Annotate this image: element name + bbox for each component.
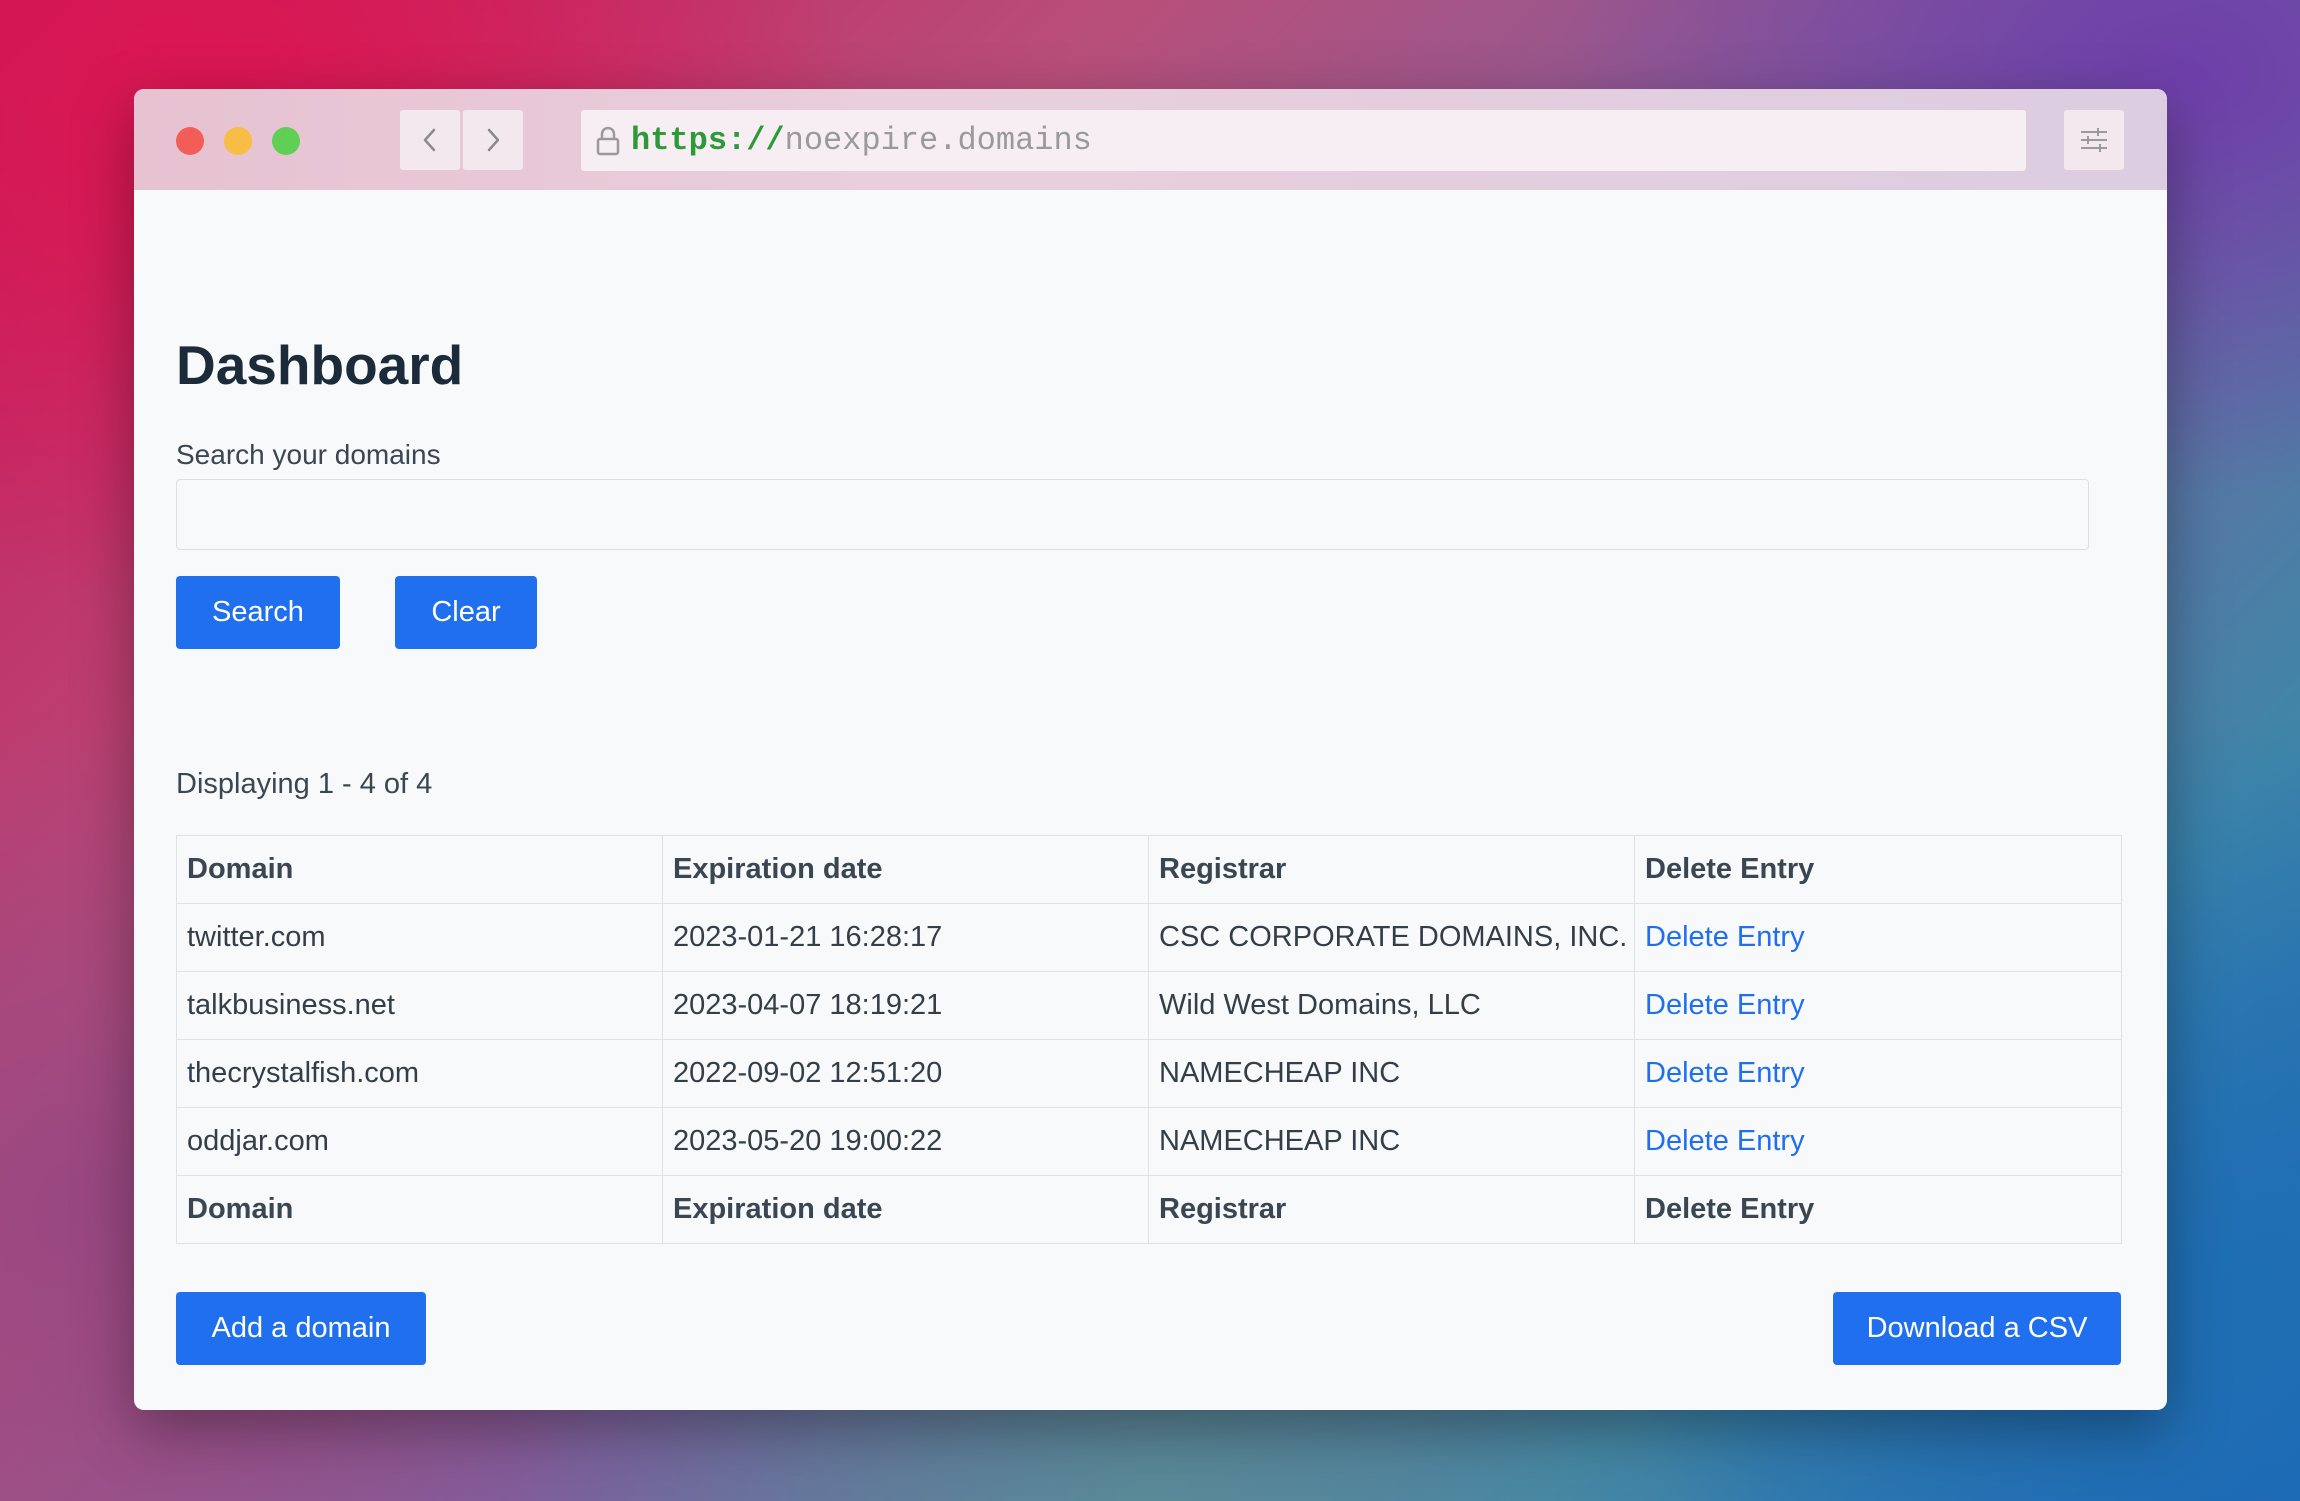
domain-cell: twitter.com [176,903,663,972]
table-header-row: Domain Expiration date Registrar Delete … [176,835,2122,904]
delete-cell: Delete Entry [1634,1039,2122,1108]
add-domain-button[interactable]: Add a domain [176,1292,426,1365]
address-bar[interactable]: https://noexpire.domains [581,110,2026,171]
url-scheme: https:// [631,122,785,159]
clear-button[interactable]: Clear [395,576,537,649]
delete-entry-link[interactable]: Delete Entry [1645,921,1805,953]
delete-entry-link[interactable]: Delete Entry [1645,1125,1805,1157]
table-row: talkbusiness.net 2023-04-07 18:19:21 Wil… [176,971,2122,1040]
close-window-button[interactable] [176,127,204,155]
browser-menu-button[interactable] [2064,110,2124,170]
domain-cell: oddjar.com [176,1107,663,1176]
domain-cell: thecrystalfish.com [176,1039,663,1108]
chevron-left-icon [423,128,436,152]
domain-cell: talkbusiness.net [176,971,663,1040]
delete-cell: Delete Entry [1634,971,2122,1040]
table-footer-row: Domain Expiration date Registrar Delete … [176,1175,2122,1244]
search-input[interactable] [176,479,2089,550]
expiration-cell: 2023-01-21 16:28:17 [662,903,1149,972]
lock-icon [595,125,621,157]
column-footer-domain: Domain [176,1175,663,1244]
registrar-cell: CSC CORPORATE DOMAINS, INC. [1148,903,1635,972]
expiration-cell: 2023-05-20 19:00:22 [662,1107,1149,1176]
delete-entry-link[interactable]: Delete Entry [1645,989,1805,1021]
minimize-window-button[interactable] [224,127,252,155]
chevron-right-icon [487,128,500,152]
column-header-registrar: Registrar [1148,835,1635,904]
delete-cell: Delete Entry [1634,1107,2122,1176]
column-footer-expiration: Expiration date [662,1175,1149,1244]
table-row: thecrystalfish.com 2022-09-02 12:51:20 N… [176,1039,2122,1108]
domains-table: Domain Expiration date Registrar Delete … [176,835,2122,1244]
expiration-cell: 2022-09-02 12:51:20 [662,1039,1149,1108]
download-csv-button[interactable]: Download a CSV [1833,1292,2121,1365]
search-label: Search your domains [176,439,441,470]
registrar-cell: Wild West Domains, LLC [1148,971,1635,1040]
back-button[interactable] [400,110,460,170]
column-footer-delete: Delete Entry [1634,1175,2122,1244]
registrar-cell: NAMECHEAP INC [1148,1039,1635,1108]
registrar-cell: NAMECHEAP INC [1148,1107,1635,1176]
column-footer-registrar: Registrar [1148,1175,1635,1244]
column-header-expiration: Expiration date [662,835,1149,904]
browser-titlebar: https://noexpire.domains [134,89,2167,190]
table-row: oddjar.com 2023-05-20 19:00:22 NAMECHEAP… [176,1107,2122,1176]
results-count: Displaying 1 - 4 of 4 [176,768,433,800]
expiration-cell: 2023-04-07 18:19:21 [662,971,1149,1040]
delete-entry-link[interactable]: Delete Entry [1645,1057,1805,1089]
maximize-window-button[interactable] [272,127,300,155]
forward-button[interactable] [463,110,523,170]
browser-window: https://noexpire.domains Dashboard Searc… [134,89,2167,1410]
page-title: Dashboard [176,334,464,396]
delete-cell: Delete Entry [1634,903,2122,972]
table-row: twitter.com 2023-01-21 16:28:17 CSC CORP… [176,903,2122,972]
column-header-domain: Domain [176,835,663,904]
search-button[interactable]: Search [176,576,340,649]
url-host: noexpire.domains [784,122,1092,159]
column-header-delete: Delete Entry [1634,835,2122,904]
sliders-icon [2081,128,2107,152]
